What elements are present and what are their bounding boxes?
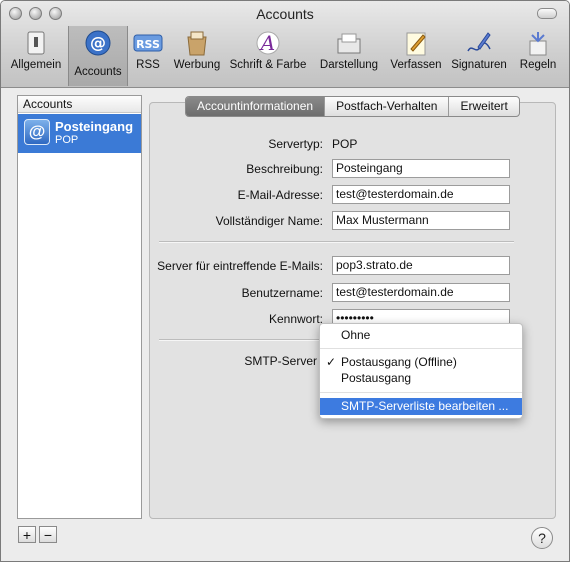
full-name-label: Vollständiger Name:	[215, 214, 323, 228]
tab-erweitert[interactable]: Erweitert	[448, 97, 518, 116]
toolbar-item-schrift-farbe[interactable]: A Schrift & Farbe	[225, 29, 311, 79]
full-name-field[interactable]: Max Mustermann	[332, 211, 510, 230]
svg-text:A: A	[259, 31, 275, 55]
toolbar-item-verfassen[interactable]: Verfassen	[387, 29, 445, 79]
titlebar: Accounts Allgemein @ Accounts RSS RSS We…	[1, 1, 569, 88]
incoming-server-field[interactable]: pop3.strato.de	[332, 256, 510, 275]
rss-icon: RSS	[133, 34, 163, 52]
email-field[interactable]: test@testerdomain.de	[332, 185, 510, 204]
toolbar-item-regeln[interactable]: Regeln	[513, 29, 563, 79]
menu-item-postausgang-offline[interactable]: ✓ Postausgang (Offline)	[320, 354, 522, 371]
svg-text:@: @	[90, 33, 106, 52]
switch-icon	[27, 31, 45, 55]
tab-accountinformationen[interactable]: Accountinformationen	[186, 97, 325, 116]
divider	[159, 241, 514, 243]
servertyp-value: POP	[332, 137, 358, 151]
tab-postfach-verhalten[interactable]: Postfach-Verhalten	[324, 97, 448, 116]
font-icon: A	[256, 31, 280, 55]
toolbar-item-werbung[interactable]: Werbung	[170, 29, 224, 79]
svg-text:RSS: RSS	[136, 38, 160, 51]
smtp-server-menu: Ohne ✓ Postausgang (Offline) Postausgang…	[319, 323, 523, 419]
account-name: Posteingang	[55, 119, 134, 134]
add-account-button[interactable]: +	[18, 526, 36, 543]
viewing-icon	[337, 33, 361, 54]
email-label: E-Mail-Adresse:	[237, 188, 323, 202]
at-sign-icon: @	[85, 30, 111, 56]
window-title: Accounts	[256, 6, 314, 22]
beschreibung-label: Beschreibung:	[246, 162, 323, 176]
menu-item-postausgang[interactable]: Postausgang	[320, 370, 522, 387]
beschreibung-field[interactable]: Posteingang	[332, 159, 510, 178]
settings-tabs: Accountinformationen Postfach-Verhalten …	[185, 96, 520, 117]
account-type: POP	[55, 134, 79, 146]
rules-icon	[529, 32, 547, 56]
menu-item-ohne[interactable]: Ohne	[320, 327, 522, 344]
toolbar-item-signaturen[interactable]: Signaturen	[446, 29, 512, 79]
accounts-list-header: Accounts	[18, 96, 141, 113]
toolbar-toggle-button[interactable]	[537, 8, 557, 19]
toolbar-item-rss[interactable]: RSS RSS	[127, 29, 169, 79]
toolbar-item-allgemein[interactable]: Allgemein	[5, 29, 67, 79]
preferences-window: Accounts Allgemein @ Accounts RSS RSS We…	[0, 0, 570, 562]
account-row-posteingang[interactable]: @ Posteingang POP	[18, 114, 141, 153]
signature-icon	[467, 32, 491, 52]
username-field[interactable]: test@testerdomain.de	[332, 283, 510, 302]
checkmark-icon: ✓	[326, 355, 337, 369]
password-label: Kennwort:	[268, 312, 323, 326]
incoming-server-label: Server für eintreffende E-Mails:	[157, 259, 323, 273]
junk-mail-icon	[187, 31, 207, 56]
toolbar-item-accounts[interactable]: @ Accounts	[68, 26, 128, 86]
toolbar-item-darstellung[interactable]: Darstellung	[312, 29, 386, 79]
smtp-server-label: SMTP-Server	[244, 354, 317, 368]
remove-account-button[interactable]: −	[39, 526, 57, 543]
accounts-list: Accounts @ Posteingang POP	[17, 95, 142, 519]
menu-item-edit-smtp-list[interactable]: SMTP-Serverliste bearbeiten ...	[320, 398, 522, 415]
username-label: Benutzername:	[241, 286, 323, 300]
mail-account-icon: @	[24, 119, 50, 145]
servertyp-label: Servertyp:	[268, 137, 323, 151]
help-button[interactable]: ?	[531, 527, 553, 549]
menu-separator	[320, 348, 522, 349]
menu-separator	[320, 392, 522, 393]
compose-icon	[406, 32, 426, 56]
